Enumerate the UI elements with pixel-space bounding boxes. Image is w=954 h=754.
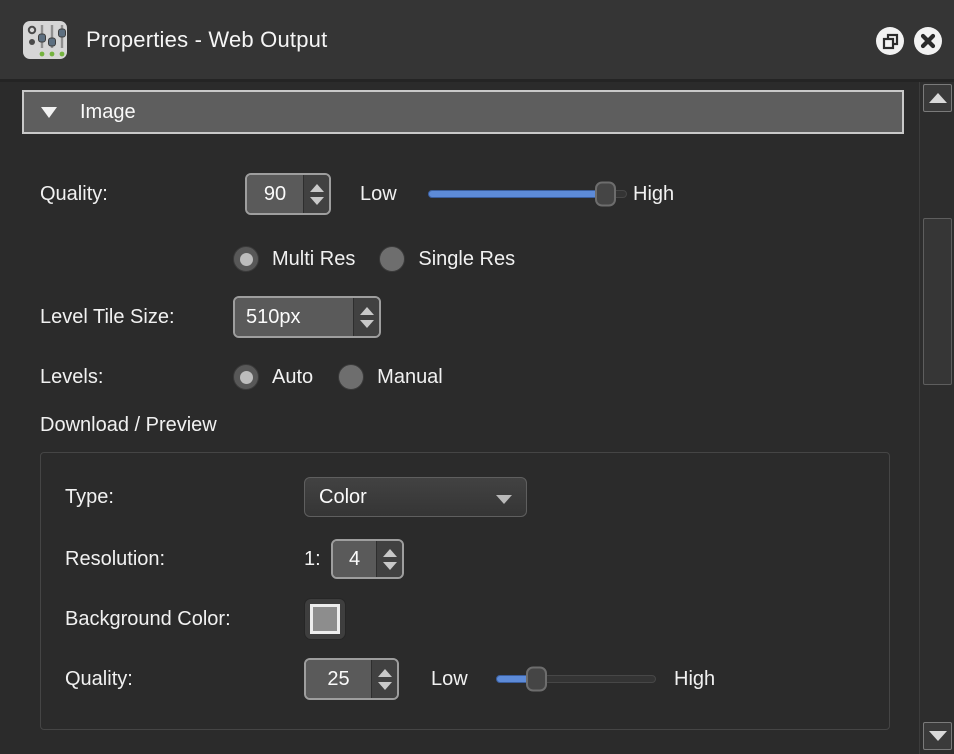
level-tile-size-spin-buttons[interactable] [353, 298, 379, 336]
single-res-label: Single Res [418, 248, 515, 271]
levels-label: Levels: [40, 364, 103, 390]
swatch-color [310, 604, 340, 634]
collapse-triangle-icon [41, 107, 57, 118]
spin-down-icon[interactable] [378, 682, 392, 690]
slider-thumb[interactable] [526, 667, 547, 692]
resolution-spin-buttons[interactable] [376, 541, 402, 577]
dp-quality-low-label: Low [431, 658, 468, 700]
dp-quality-spinner[interactable]: 25 [304, 658, 399, 700]
level-tile-size-label: Level Tile Size: [40, 296, 175, 338]
level-tile-size-spinner[interactable]: 510px [233, 296, 381, 338]
resolution-spinner[interactable]: 4 [331, 539, 404, 579]
dp-quality-value[interactable]: 25 [306, 660, 371, 698]
spin-up-icon[interactable] [378, 669, 392, 677]
dp-quality-high-label: High [674, 658, 715, 700]
spin-up-icon[interactable] [360, 307, 374, 315]
background-color-swatch[interactable] [304, 598, 346, 640]
download-preview-group: Type: Color Resolution: 1: 4 Background … [40, 452, 890, 730]
multi-res-radio[interactable] [233, 246, 259, 272]
spin-down-icon[interactable] [360, 320, 374, 328]
quality-spin-buttons[interactable] [303, 175, 329, 213]
levels-manual-label: Manual [377, 366, 443, 389]
scroll-up-button[interactable] [923, 84, 952, 112]
close-icon[interactable] [914, 27, 942, 55]
chevron-down-icon [496, 495, 512, 504]
levels-manual-radio[interactable] [338, 364, 364, 390]
titlebar-buttons [876, 0, 942, 82]
levels-radios: Auto Manual [233, 364, 443, 390]
multi-res-label: Multi Res [272, 248, 355, 271]
image-section-label: Image [80, 101, 136, 124]
slider-fill [428, 190, 605, 198]
type-value: Color [319, 486, 367, 509]
level-tile-size-value[interactable]: 510px [235, 298, 353, 336]
sliders-icon [22, 17, 68, 63]
slider-thumb[interactable] [595, 182, 616, 207]
quality-spinner[interactable]: 90 [245, 173, 331, 215]
dp-quality-spin-buttons[interactable] [371, 660, 397, 698]
arrow-down-icon [929, 731, 947, 741]
download-preview-title: Download / Preview [40, 414, 217, 437]
quality-high-label: High [633, 172, 674, 216]
window-title: Properties - Web Output [86, 27, 327, 53]
spin-up-icon[interactable] [383, 549, 397, 557]
levels-auto-label: Auto [272, 366, 313, 389]
spin-up-icon[interactable] [310, 184, 324, 192]
res-mode-radios: Multi Res Single Res [233, 246, 515, 272]
spin-down-icon[interactable] [383, 562, 397, 570]
type-dropdown[interactable]: Color [304, 477, 527, 517]
properties-panel: Properties - Web Output Image Quality: 9… [0, 0, 954, 754]
type-label: Type: [65, 477, 114, 517]
arrow-up-icon [929, 93, 947, 103]
resolution-value[interactable]: 4 [333, 541, 376, 577]
image-section-header[interactable]: Image [22, 90, 904, 134]
resolution-ratio-prefix: 1: [304, 539, 321, 579]
single-res-radio[interactable] [379, 246, 405, 272]
quality-low-label: Low [360, 172, 397, 216]
scrollbar-thumb[interactable] [923, 218, 952, 385]
spin-down-icon[interactable] [310, 197, 324, 205]
scroll-down-button[interactable] [923, 722, 952, 750]
quality-slider[interactable] [428, 190, 627, 198]
resolution-label: Resolution: [65, 539, 165, 579]
dp-quality-label: Quality: [65, 658, 133, 700]
scrollbar[interactable] [919, 82, 954, 754]
dp-quality-slider[interactable] [496, 675, 656, 683]
quality-value[interactable]: 90 [247, 175, 303, 213]
levels-auto-radio[interactable] [233, 364, 259, 390]
titlebar: Properties - Web Output [0, 0, 954, 82]
background-color-label: Background Color: [65, 598, 231, 640]
float-window-icon[interactable] [876, 27, 904, 55]
quality-label: Quality: [40, 172, 108, 216]
